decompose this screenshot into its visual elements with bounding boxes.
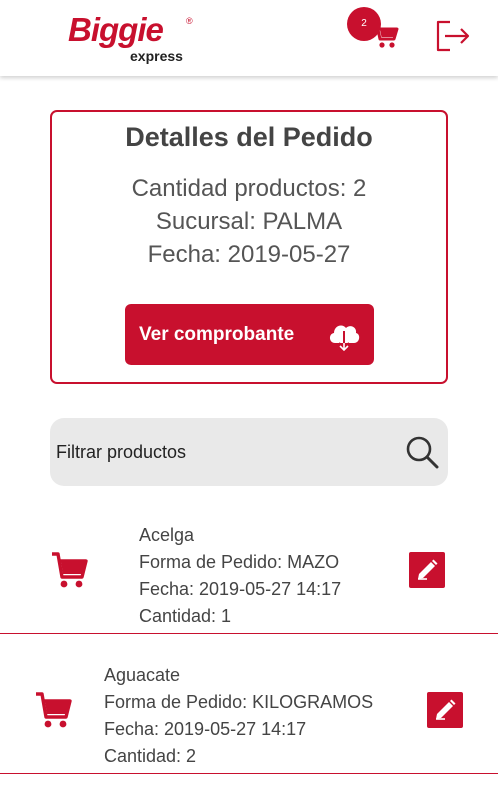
logo-registered-mark: ® xyxy=(186,16,193,26)
product-date: Fecha: 2019-05-27 14:17 xyxy=(139,579,342,599)
view-receipt-label: Ver comprobante xyxy=(139,324,295,345)
edit-product-button[interactable] xyxy=(409,552,445,588)
product-order-form: Forma de Pedido: KILOGRAMOS xyxy=(104,692,374,712)
product-order-form: Forma de Pedido: MAZO xyxy=(139,552,340,572)
product-date: Fecha: 2019-05-27 14:17 xyxy=(104,719,307,739)
product-filter-bar xyxy=(50,418,448,486)
view-receipt-button[interactable]: Ver comprobante xyxy=(125,304,374,365)
shopping-cart-icon xyxy=(52,552,88,588)
filter-products-input[interactable] xyxy=(56,418,396,486)
cart-button[interactable]: 2 xyxy=(345,5,405,57)
biggie-express-logo[interactable]: Biggie ® express xyxy=(68,8,198,66)
product-name: Aguacate xyxy=(104,665,181,685)
logo-wordmark: Biggie xyxy=(68,11,164,48)
cloud-download-icon xyxy=(329,325,360,351)
edit-product-button[interactable] xyxy=(427,692,463,728)
logo-subtitle: express xyxy=(130,48,183,64)
product-quantity: Cantidad: 2 xyxy=(104,746,197,766)
branch-name: Sucursal: PALMA xyxy=(155,208,343,235)
product-info: Aguacate Forma de Pedido: KILOGRAMOS Fec… xyxy=(104,662,373,770)
product-name: Acelga xyxy=(139,525,195,545)
product-count: Cantidad productos: 2 xyxy=(131,175,367,202)
product-info: Acelga Forma de Pedido: MAZO Fecha: 2019… xyxy=(139,522,341,630)
product-list-item[interactable]: Acelga Forma de Pedido: MAZO Fecha: 2019… xyxy=(0,494,498,634)
product-list-item[interactable]: Aguacate Forma de Pedido: KILOGRAMOS Fec… xyxy=(0,634,498,774)
shopping-cart-icon xyxy=(36,692,72,728)
order-details-title: Detalles del Pedido xyxy=(125,122,373,152)
edit-icon xyxy=(418,559,438,580)
logout-icon[interactable] xyxy=(435,20,471,52)
search-icon[interactable] xyxy=(405,435,439,469)
order-date: Fecha: 2019-05-27 xyxy=(147,241,351,268)
app-header: Biggie ® express 2 xyxy=(0,0,498,76)
shopping-cart-icon xyxy=(372,23,399,48)
edit-icon xyxy=(436,699,456,720)
product-quantity: Cantidad: 1 xyxy=(139,606,232,626)
order-details-card: Detalles del Pedido Cantidad productos: … xyxy=(50,110,448,384)
